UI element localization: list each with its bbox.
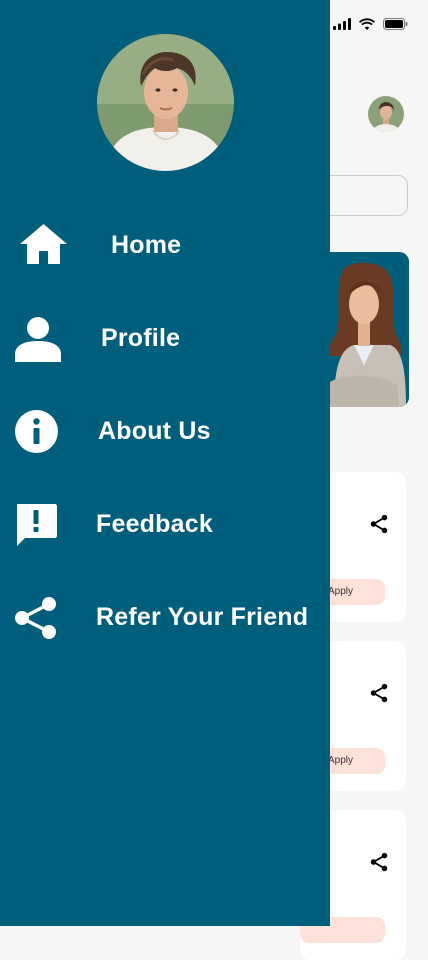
menu-item-label: Profile <box>101 324 181 352</box>
menu-item-feedback[interactable]: Feedback <box>0 495 330 555</box>
home-icon <box>20 224 67 264</box>
share-icon <box>15 597 56 639</box>
share-icon[interactable] <box>368 851 390 873</box>
share-icon[interactable] <box>368 682 390 704</box>
menu-item-label: Refer Your Friend <box>96 603 309 631</box>
menu-item-home[interactable]: Home <box>0 216 330 276</box>
feedback-icon <box>17 504 57 546</box>
person-icon <box>15 317 61 362</box>
navigation-drawer: Home Profile About Us Feedback Refer You… <box>0 0 330 926</box>
share-icon[interactable] <box>368 513 390 535</box>
signal-icon <box>333 18 351 30</box>
menu-item-label: About Us <box>98 417 211 445</box>
menu-item-about-us[interactable]: About Us <box>0 402 330 462</box>
wifi-icon <box>359 18 375 30</box>
menu-item-label: Feedback <box>96 510 213 538</box>
user-avatar[interactable] <box>97 34 234 171</box>
battery-icon <box>383 18 408 30</box>
menu-item-profile[interactable]: Profile <box>0 309 330 369</box>
info-icon <box>15 410 58 453</box>
menu-item-refer-your-friend[interactable]: Refer Your Friend <box>0 588 330 648</box>
status-bar <box>333 18 408 30</box>
header-avatar[interactable] <box>368 96 404 132</box>
menu-item-label: Home <box>111 231 182 259</box>
